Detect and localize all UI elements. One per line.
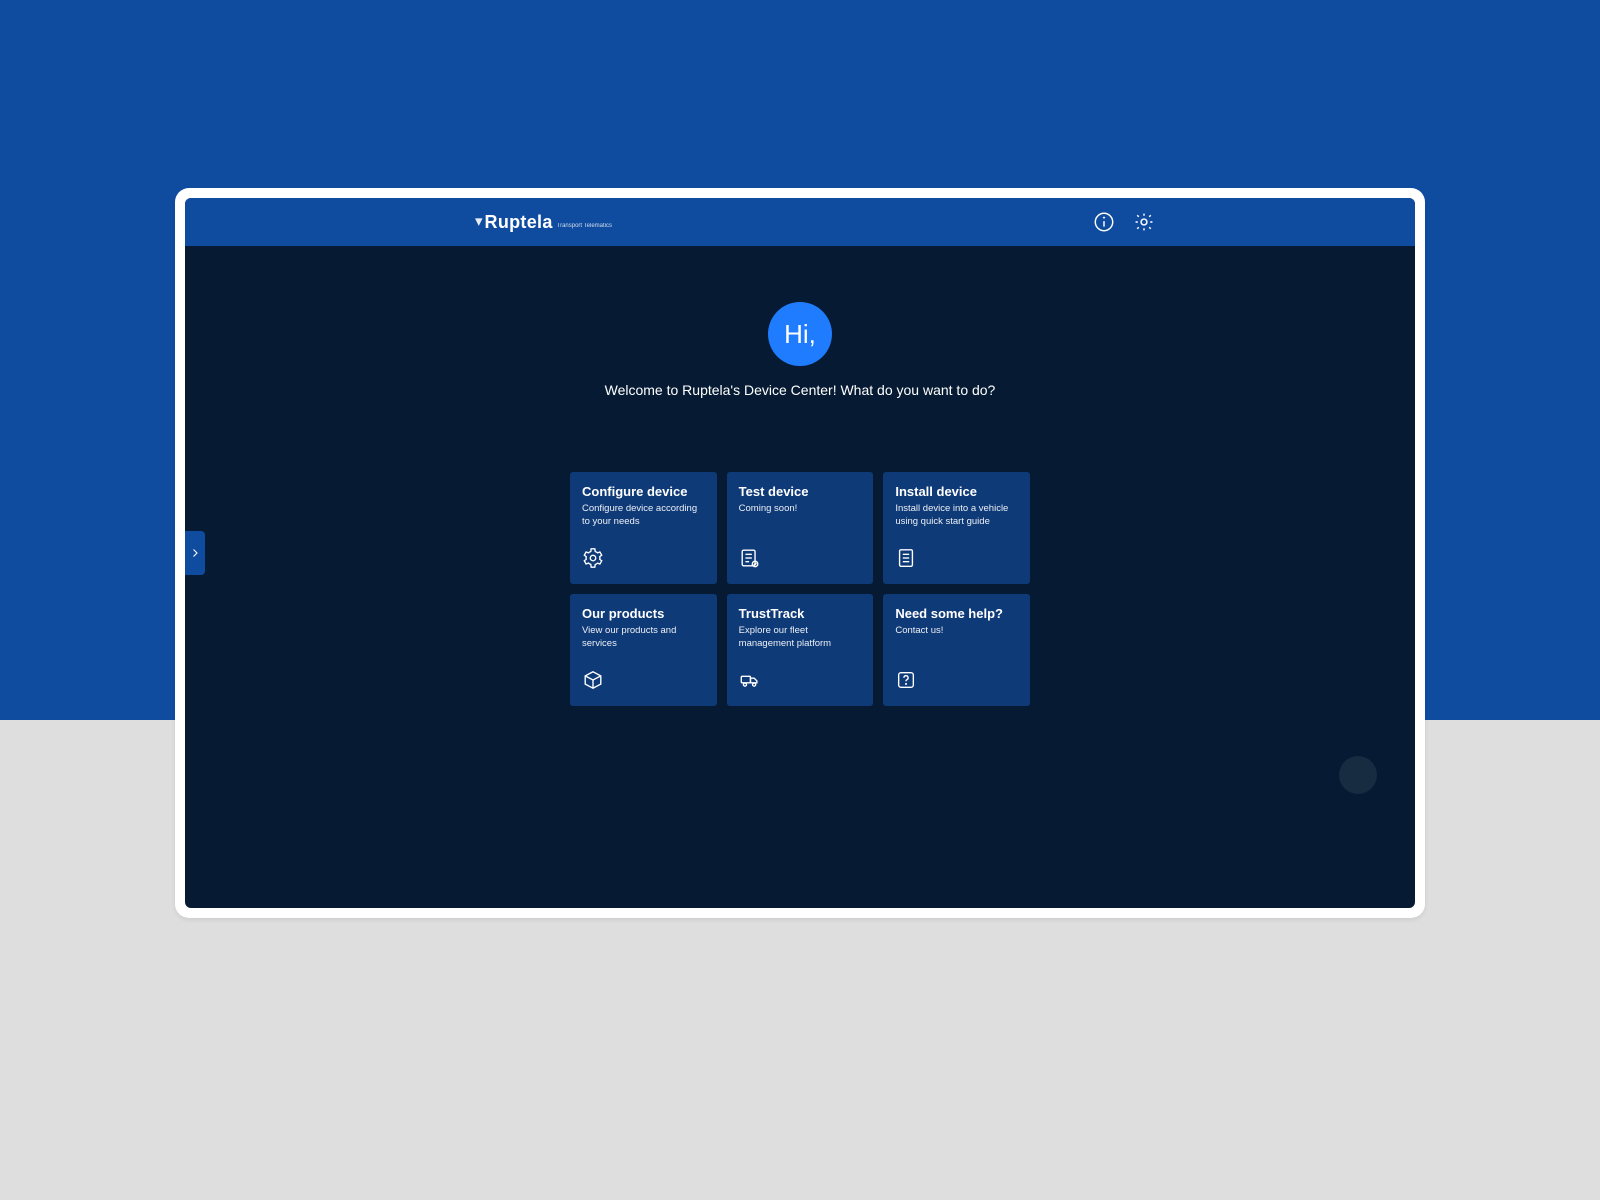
page-background: ▾ Ruptela Transport Telematics [0,0,1600,1200]
tiles-grid: Configure device Configure device accord… [570,472,1030,706]
brand-name: Ruptela [485,212,553,233]
greeting-text: Hi, [784,319,816,350]
gear-icon [582,547,705,574]
tile-need-help[interactable]: Need some help? Contact us! [883,594,1030,706]
checklist-icon [739,547,862,574]
app-window: ▾ Ruptela Transport Telematics [185,198,1415,908]
greeting-badge: Hi, [768,302,832,366]
sidebar-expand-handle[interactable] [185,531,205,575]
settings-icon[interactable] [1133,211,1155,233]
header-actions [1093,211,1155,233]
tile-desc: Explore our fleet management platform [739,625,862,651]
tile-title: Test device [739,484,862,499]
truck-icon [739,669,862,696]
device-frame: ▾ Ruptela Transport Telematics [175,188,1425,918]
tile-title: TrustTrack [739,606,862,621]
brand-mark-icon: ▾ [475,212,483,230]
tile-configure-device[interactable]: Configure device Configure device accord… [570,472,717,584]
box-icon [582,669,705,696]
tile-our-products[interactable]: Our products View our products and servi… [570,594,717,706]
tile-title: Our products [582,606,705,621]
document-icon [895,547,1018,574]
tile-title: Configure device [582,484,705,499]
welcome-text: Welcome to Ruptela's Device Center! What… [185,382,1415,398]
tile-title: Need some help? [895,606,1018,621]
tile-desc: Install device into a vehicle using quic… [895,503,1018,529]
help-icon [895,669,1018,696]
app-header: ▾ Ruptela Transport Telematics [185,198,1415,246]
tile-desc: View our products and services [582,625,705,651]
brand-logo: ▾ Ruptela Transport Telematics [475,212,612,233]
tile-test-device[interactable]: Test device Coming soon! [727,472,874,584]
tile-desc: Contact us! [895,625,1018,638]
tile-trusttrack[interactable]: TrustTrack Explore our fleet management … [727,594,874,706]
info-icon[interactable] [1093,211,1115,233]
scroll-hint-dot [1339,756,1377,794]
hero: Hi, Welcome to Ruptela's Device Center! … [185,302,1415,398]
tile-desc: Configure device according to your needs [582,503,705,529]
tile-install-device[interactable]: Install device Install device into a veh… [883,472,1030,584]
tile-desc: Coming soon! [739,503,862,516]
tile-title: Install device [895,484,1018,499]
brand-tagline: Transport Telematics [557,223,612,229]
